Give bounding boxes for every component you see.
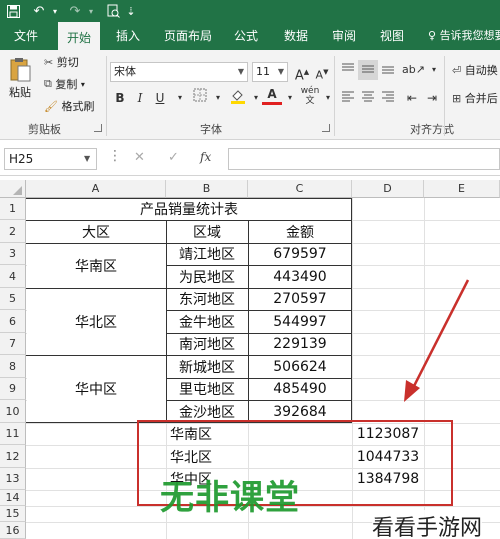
font-group-label: 字体 (200, 123, 222, 136)
undo-dropdown-icon[interactable]: ▾ (50, 2, 60, 20)
divider (444, 56, 445, 136)
increase-indent-icon[interactable]: ⇥ (422, 88, 442, 108)
vertical-dots-icon: ⋮ (108, 148, 122, 164)
font-size-select[interactable]: 11 ▼ (252, 62, 288, 82)
print-preview-icon[interactable] (104, 2, 122, 20)
font-name-select[interactable]: 宋体 ▼ (110, 62, 248, 82)
align-right-icon[interactable] (378, 88, 398, 108)
customize-toolbar-icon[interactable]: ⇣ (124, 2, 138, 20)
lightbulb-icon: ♀ (428, 29, 440, 42)
formula-bar: H25 ▼ ⋮ ✕ ✓ fx (0, 140, 500, 176)
paste-icon (10, 58, 31, 82)
ribbon: 粘贴 ✂ 剪切 ⧉ 复制 ▾ 🖌 格式刷 剪贴板 宋体 ▼ 11 ▼ A▲ A▼ B… (0, 50, 500, 140)
paintbrush-icon: 🖌 (44, 99, 58, 113)
copy-icon: ⧉ (44, 77, 52, 90)
paste-button[interactable]: 粘贴 (6, 56, 34, 108)
alignment-group-label: 对齐方式 (410, 123, 454, 136)
redo-icon[interactable]: ↷ (66, 2, 84, 20)
tab-file[interactable]: 文件 (6, 22, 46, 50)
clipboard-launcher-icon[interactable] (94, 124, 102, 132)
phonetic-label: wén (300, 86, 320, 96)
copy-button[interactable]: ⧉ 复制 ▾ (44, 76, 85, 92)
enter-icon[interactable]: ✓ (168, 150, 179, 165)
orientation-icon[interactable]: ab↗ (402, 60, 425, 80)
format-painter-button[interactable]: 🖌 格式刷 (44, 98, 94, 114)
tab-home[interactable]: 开始 (58, 22, 100, 50)
chevron-down-icon: ▼ (237, 67, 244, 76)
copy-dropdown-icon: ▾ (80, 79, 85, 89)
align-center-icon[interactable] (358, 88, 378, 108)
format-painter-label: 格式刷 (61, 100, 95, 113)
insert-function-icon[interactable]: fx (200, 150, 211, 164)
decrease-indent-icon[interactable]: ⇤ (402, 88, 422, 108)
borders-icon[interactable] (190, 88, 210, 108)
merge-label: 合并后 (464, 92, 498, 105)
tab-view[interactable]: 视图 (372, 22, 412, 50)
wrap-text-icon: ⏎ (452, 63, 462, 77)
divider (106, 56, 107, 136)
clipboard-group-label: 剪贴板 (28, 123, 61, 136)
font-size-value: 11 (256, 65, 270, 78)
tab-data[interactable]: 数据 (276, 22, 316, 50)
tell-me-box[interactable]: ♀ 告诉我您想要 (428, 22, 500, 50)
phonetic-dropdown-icon[interactable]: ▾ (318, 88, 338, 108)
wrap-text-button[interactable]: ⏎ 自动换 (452, 62, 498, 78)
increase-font-icon[interactable]: A▲ (292, 62, 312, 83)
cancel-icon[interactable]: ✕ (134, 150, 145, 165)
underline-button[interactable]: U (150, 88, 170, 108)
tab-page-layout[interactable]: 页面布局 (160, 22, 216, 50)
orientation-dropdown-icon[interactable]: ▾ (424, 60, 444, 80)
wrap-text-label: 自动换 (464, 64, 498, 77)
scissors-icon: ✂ (44, 55, 54, 69)
font-color-dropdown-icon[interactable]: ▾ (280, 88, 300, 108)
align-left-icon[interactable] (338, 88, 358, 108)
tab-formulas[interactable]: 公式 (226, 22, 266, 50)
worksheet[interactable]: A B C D E 1 2 3 4 5 6 7 8 9 10 11 12 13 … (0, 176, 500, 539)
phonetic-guide-icon[interactable]: wén 文 (300, 86, 320, 106)
divider (334, 56, 335, 136)
borders-dropdown-icon[interactable]: ▾ (208, 88, 228, 108)
fill-color-icon[interactable] (228, 88, 248, 108)
tab-insert[interactable]: 插入 (108, 22, 148, 50)
cut-label: 剪切 (56, 56, 79, 69)
align-middle-icon[interactable] (358, 60, 378, 80)
undo-icon[interactable]: ↶ (30, 2, 48, 20)
name-box-dropdown-icon[interactable]: ▼ (84, 154, 90, 163)
title-bar: ↶ ▾ ↷ ▾ ⇣ (0, 0, 500, 22)
merge-center-button[interactable]: ⊞ 合并后 (452, 90, 498, 106)
italic-button[interactable]: I (130, 88, 150, 108)
underline-dropdown-icon[interactable]: ▾ (170, 88, 190, 108)
merge-icon: ⊞ (452, 91, 462, 105)
tab-review[interactable]: 审阅 (324, 22, 364, 50)
save-icon[interactable] (4, 2, 22, 20)
site-logo: 看看手游网 (372, 510, 483, 539)
align-bottom-icon[interactable] (378, 60, 398, 80)
tell-me-text: 告诉我您想要 (439, 29, 500, 42)
redo-dropdown-icon[interactable]: ▾ (86, 2, 96, 20)
watermark: 无非课堂 (160, 478, 300, 518)
copy-label: 复制 (55, 78, 78, 91)
font-name-value: 宋体 (114, 65, 136, 78)
decrease-font-icon[interactable]: A▼ (312, 62, 332, 82)
bold-button[interactable]: B (110, 88, 130, 108)
align-top-icon[interactable] (338, 60, 358, 80)
chevron-down-icon: ▼ (277, 67, 284, 76)
formula-input[interactable] (228, 148, 500, 170)
cut-button[interactable]: ✂ 剪切 (44, 54, 79, 70)
font-launcher-icon[interactable] (322, 124, 330, 132)
paste-label: 粘贴 (9, 86, 31, 99)
font-color-icon[interactable]: A (262, 86, 282, 105)
ribbon-tabs: 文件 开始 插入 页面布局 公式 数据 审阅 视图 ♀ 告诉我您想要 (0, 22, 500, 50)
